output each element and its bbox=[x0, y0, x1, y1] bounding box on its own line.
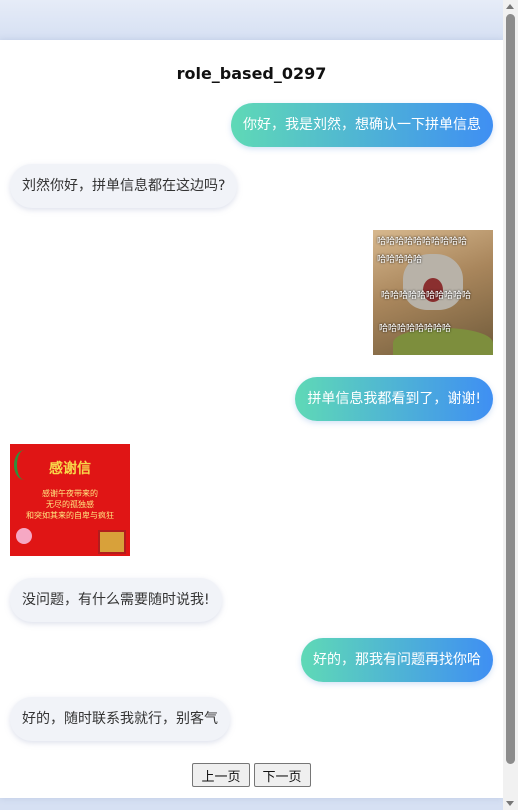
bot-message-bubble: 好的，随时联系我就行，别客气 bbox=[10, 697, 230, 741]
sticker-caption-line: 哈哈哈哈哈 bbox=[377, 255, 423, 265]
flower-decoration bbox=[16, 528, 32, 544]
sticker-caption-line: 哈哈哈哈哈哈哈哈哈哈 bbox=[377, 237, 468, 247]
scroll-down-icon[interactable] bbox=[506, 801, 514, 806]
scroll-up-icon[interactable] bbox=[506, 4, 514, 9]
prev-page-button[interactable]: 上一页 bbox=[192, 763, 250, 787]
scrollbar-thumb[interactable] bbox=[506, 14, 515, 764]
bot-message-bubble: 刘然你好，拼单信息都在这边吗? bbox=[10, 164, 238, 208]
bot-message-bubble: 没问题，有什么需要随时说我! bbox=[10, 578, 222, 622]
page-title: role_based_0297 bbox=[176, 64, 327, 83]
card-body-line: 感谢午夜带来的 bbox=[42, 489, 98, 498]
scrollbar[interactable] bbox=[503, 0, 518, 810]
bottom-background-band bbox=[0, 798, 518, 810]
user-message-bubble: 你好，我是刘然，想确认一下拼单信息 bbox=[231, 103, 493, 147]
thank-you-card-sticker: 感谢信 感谢午夜带来的 无尽的孤独感 和突如其来的自卑与疯狂 bbox=[10, 444, 130, 556]
laughing-cat-sticker: 哈哈哈哈哈哈哈哈哈哈 哈哈哈哈哈 哈哈哈哈哈哈哈哈哈哈 哈哈哈哈哈哈哈哈 bbox=[373, 230, 493, 355]
card-body-line: 无尽的孤独感 bbox=[46, 500, 94, 509]
card-body: 感谢午夜带来的 无尽的孤独感 和突如其来的自卑与疯狂 bbox=[10, 488, 130, 521]
user-message-bubble: 好的，那我有问题再找你哈 bbox=[301, 638, 493, 682]
user-message-bubble: 拼单信息我都看到了，谢谢! bbox=[295, 377, 493, 421]
top-background-band bbox=[0, 0, 518, 40]
next-page-button[interactable]: 下一页 bbox=[253, 763, 311, 787]
chat-panel: role_based_0297 你好，我是刘然，想确认一下拼单信息 刘然你好，拼… bbox=[0, 40, 503, 798]
card-body-line: 和突如其来的自卑与疯狂 bbox=[26, 511, 114, 520]
gift-box-decoration bbox=[98, 530, 126, 554]
sticker-caption-line: 哈哈哈哈哈哈哈哈哈哈 bbox=[381, 291, 472, 301]
sticker-caption-line: 哈哈哈哈哈哈哈哈 bbox=[379, 324, 452, 334]
card-heading: 感谢信 bbox=[49, 461, 91, 477]
pagination: 上一页 下一页 bbox=[0, 763, 503, 787]
